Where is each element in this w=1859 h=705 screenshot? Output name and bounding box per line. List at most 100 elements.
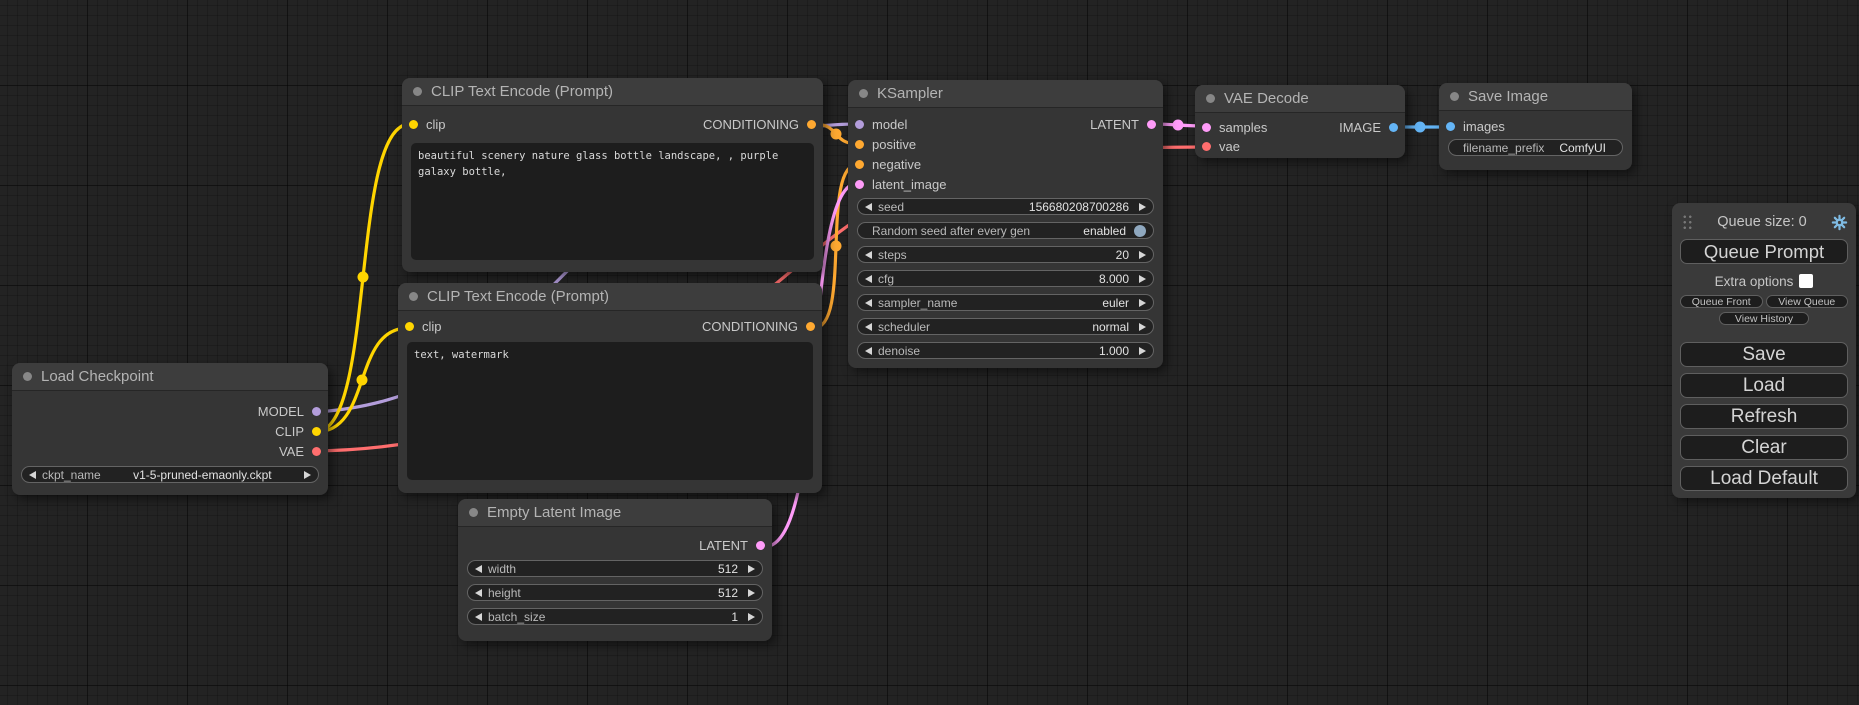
increment-arrow-icon[interactable] <box>1139 323 1146 331</box>
decrement-arrow-icon[interactable] <box>475 565 482 573</box>
increment-arrow-icon[interactable] <box>748 613 755 621</box>
output-port-conditioning[interactable] <box>806 322 815 331</box>
increment-arrow-icon[interactable] <box>1139 203 1146 211</box>
comfyui-canvas[interactable]: { "colors": { "model": "#B39DDB", "clip"… <box>0 0 1859 705</box>
increment-arrow-icon[interactable] <box>1139 299 1146 307</box>
clear-button[interactable]: Clear <box>1680 435 1848 460</box>
node-title-bar[interactable]: CLIP Text Encode (Prompt) <box>402 78 823 106</box>
node-empty-latent-image[interactable]: Empty Latent Image LATENT width 512 heig… <box>458 499 772 641</box>
decrement-arrow-icon[interactable] <box>475 613 482 621</box>
increment-arrow-icon[interactable] <box>1139 347 1146 355</box>
decrement-arrow-icon[interactable] <box>865 299 872 307</box>
increment-arrow-icon[interactable] <box>304 471 311 479</box>
output-label: IMAGE <box>1339 120 1381 135</box>
input-port-model[interactable] <box>855 120 864 129</box>
output-label: VAE <box>279 444 304 459</box>
decrement-arrow-icon[interactable] <box>865 275 872 283</box>
queue-size-label: Queue size: 0 <box>1693 214 1831 230</box>
drag-handle-icon[interactable] <box>1682 214 1693 231</box>
prompt-text-area[interactable]: beautiful scenery nature glass bottle la… <box>411 143 814 260</box>
width-widget[interactable]: width 512 <box>467 560 763 577</box>
widget-label: steps <box>878 248 907 262</box>
node-clip-text-encode-negative[interactable]: CLIP Text Encode (Prompt) clip CONDITION… <box>398 283 822 493</box>
node-clip-text-encode-positive[interactable]: CLIP Text Encode (Prompt) clip CONDITION… <box>402 78 823 272</box>
input-port-vae[interactable] <box>1202 142 1211 151</box>
node-title-bar[interactable]: KSampler <box>848 80 1163 108</box>
collapse-dot-icon[interactable] <box>409 292 418 301</box>
view-queue-button[interactable]: View Queue <box>1766 295 1849 308</box>
output-port-model[interactable] <box>312 407 321 416</box>
widget-value: enabled <box>1083 224 1126 238</box>
queue-prompt-button[interactable]: Queue Prompt <box>1680 239 1848 264</box>
input-port-positive[interactable] <box>855 140 864 149</box>
decrement-arrow-icon[interactable] <box>29 471 36 479</box>
input-port-samples[interactable] <box>1202 123 1211 132</box>
batch-size-widget[interactable]: batch_size 1 <box>467 608 763 625</box>
widget-value: normal <box>936 320 1133 334</box>
node-title: CLIP Text Encode (Prompt) <box>427 288 609 305</box>
input-port-latent-image[interactable] <box>855 180 864 189</box>
node-vae-decode[interactable]: VAE Decode samples IMAGE vae <box>1195 85 1405 158</box>
load-default-button[interactable]: Load Default <box>1680 466 1848 491</box>
increment-arrow-icon[interactable] <box>748 589 755 597</box>
ckpt-name-widget[interactable]: ckpt_name v1-5-pruned-emaonly.ckpt <box>21 466 319 483</box>
node-title-bar[interactable]: CLIP Text Encode (Prompt) <box>398 283 822 311</box>
input-label: samples <box>1219 120 1267 135</box>
decrement-arrow-icon[interactable] <box>865 323 872 331</box>
output-port-vae[interactable] <box>312 447 321 456</box>
queue-front-button[interactable]: Queue Front <box>1680 295 1763 308</box>
input-port-negative[interactable] <box>855 160 864 169</box>
steps-widget[interactable]: steps 20 <box>857 246 1154 263</box>
output-port-image[interactable] <box>1389 123 1398 132</box>
sampler-name-widget[interactable]: sampler_name euler <box>857 294 1154 311</box>
filename-prefix-widget[interactable]: filename_prefix ComfyUI <box>1448 139 1623 156</box>
collapse-dot-icon[interactable] <box>413 87 422 96</box>
output-label: CONDITIONING <box>703 117 799 132</box>
node-title: Empty Latent Image <box>487 504 621 521</box>
node-ksampler[interactable]: KSampler model LATENT positive negative … <box>848 80 1163 368</box>
collapse-dot-icon[interactable] <box>469 508 478 517</box>
increment-arrow-icon[interactable] <box>1139 275 1146 283</box>
widget-label: height <box>488 586 521 600</box>
increment-arrow-icon[interactable] <box>1139 251 1146 259</box>
output-port-latent[interactable] <box>756 541 765 550</box>
random-seed-toggle-widget[interactable]: Random seed after every gen enabled <box>857 222 1154 239</box>
input-port-clip[interactable] <box>405 322 414 331</box>
decrement-arrow-icon[interactable] <box>865 251 872 259</box>
denoise-widget[interactable]: denoise 1.000 <box>857 342 1154 359</box>
refresh-button[interactable]: Refresh <box>1680 404 1848 429</box>
toggle-dot-icon[interactable] <box>1134 225 1146 237</box>
collapse-dot-icon[interactable] <box>23 372 32 381</box>
collapse-dot-icon[interactable] <box>1450 92 1459 101</box>
decrement-arrow-icon[interactable] <box>865 203 872 211</box>
extra-options-checkbox[interactable] <box>1799 274 1813 288</box>
output-port-conditioning[interactable] <box>807 120 816 129</box>
node-title-bar[interactable]: Save Image <box>1439 83 1632 111</box>
scheduler-widget[interactable]: scheduler normal <box>857 318 1154 335</box>
increment-arrow-icon[interactable] <box>748 565 755 573</box>
load-button[interactable]: Load <box>1680 373 1848 398</box>
node-load-checkpoint[interactable]: Load Checkpoint MODEL CLIP VAE ckpt_name… <box>12 363 328 495</box>
output-port-latent[interactable] <box>1147 120 1156 129</box>
cfg-widget[interactable]: cfg 8.000 <box>857 270 1154 287</box>
prompt-text-area[interactable]: text, watermark <box>407 342 813 480</box>
collapse-dot-icon[interactable] <box>1206 94 1215 103</box>
output-port-clip[interactable] <box>312 427 321 436</box>
node-title-bar[interactable]: VAE Decode <box>1195 85 1405 113</box>
collapse-dot-icon[interactable] <box>859 89 868 98</box>
save-button[interactable]: Save <box>1680 342 1848 367</box>
height-widget[interactable]: height 512 <box>467 584 763 601</box>
node-save-image[interactable]: Save Image images filename_prefix ComfyU… <box>1439 83 1632 170</box>
decrement-arrow-icon[interactable] <box>865 347 872 355</box>
input-port-clip[interactable] <box>409 120 418 129</box>
input-port-images[interactable] <box>1446 122 1455 131</box>
decrement-arrow-icon[interactable] <box>475 589 482 597</box>
widget-value: 156680208700286 <box>910 200 1133 214</box>
link-midpoint-dot <box>1173 120 1184 131</box>
node-title-bar[interactable]: Empty Latent Image <box>458 499 772 527</box>
widget-label: width <box>488 562 516 576</box>
seed-widget[interactable]: seed 156680208700286 <box>857 198 1154 215</box>
node-title-bar[interactable]: Load Checkpoint <box>12 363 328 391</box>
view-history-button[interactable]: View History <box>1719 312 1809 325</box>
settings-gear-icon[interactable] <box>1831 214 1848 231</box>
